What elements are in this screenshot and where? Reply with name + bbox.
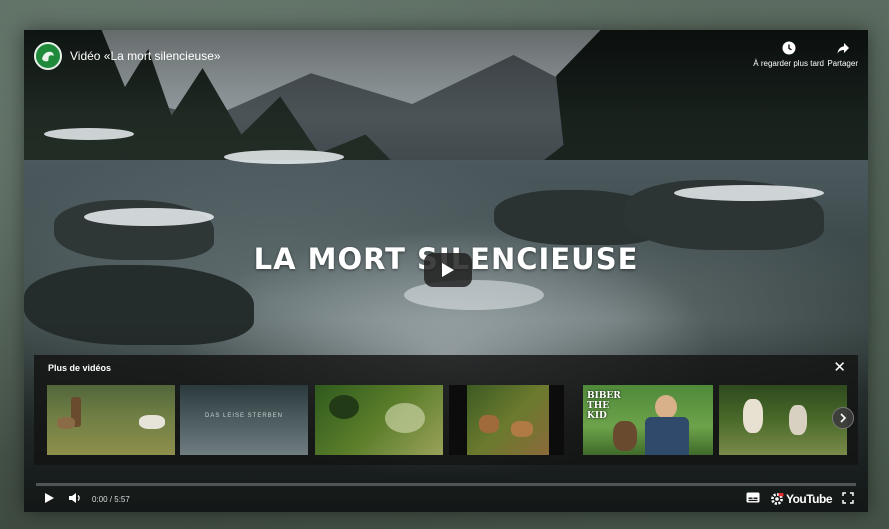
large-play-button[interactable] (424, 253, 472, 287)
share-button[interactable]: Partager (827, 41, 858, 68)
fullscreen-icon (842, 492, 854, 504)
youtube-logo[interactable]: YouTube (786, 492, 833, 506)
watch-later-button[interactable]: À regarder plus tard (753, 41, 824, 68)
video-thumbnail-3[interactable] (315, 385, 443, 455)
channel-logo-icon[interactable] (34, 42, 62, 70)
clock-icon (782, 41, 796, 55)
subtitles-icon (746, 492, 760, 503)
video-thumbnail-2[interactable]: DAS LEISE STERBEN (180, 385, 308, 455)
volume-button[interactable] (68, 492, 82, 504)
share-arrow-icon (837, 43, 849, 54)
control-bar: 0:00 / 5:57 YouTube (24, 486, 868, 512)
fullscreen-button[interactable] (842, 492, 854, 504)
play-icon (45, 493, 54, 503)
next-videos-button[interactable] (832, 407, 854, 429)
chevron-right-icon (840, 413, 847, 423)
video-player[interactable]: Vidéo «La mort silencieuse» À regarder p… (24, 30, 868, 512)
top-bar: Vidéo «La mort silencieuse» À regarder p… (24, 30, 868, 86)
video-thumbnail-6[interactable] (719, 385, 847, 455)
video-title[interactable]: Vidéo «La mort silencieuse» (70, 49, 221, 63)
play-button[interactable] (44, 492, 55, 504)
settings-button[interactable] (770, 492, 784, 506)
volume-icon (69, 493, 80, 503)
video-thumbnail-5[interactable]: BIBER THE KID (583, 385, 713, 455)
thumbnail-overlay-text: BIBER THE KID (587, 391, 621, 421)
close-icon[interactable]: ✕ (833, 360, 846, 375)
watch-later-label: À regarder plus tard (753, 59, 824, 68)
settings-icon (771, 493, 784, 505)
video-thumbnail-1[interactable] (47, 385, 175, 455)
video-thumbnail-4[interactable] (449, 385, 564, 455)
subtitles-button[interactable] (746, 492, 760, 503)
time-display: 0:00 / 5:57 (92, 495, 130, 504)
play-icon (442, 263, 454, 277)
thumbnail-overlay-text: DAS LEISE STERBEN (204, 413, 284, 419)
more-videos-thumbnails: DAS LEISE STERBEN BIBER THE KID (47, 385, 847, 455)
more-videos-title: Plus de vidéos (48, 363, 112, 373)
share-label: Partager (827, 59, 858, 68)
more-videos-panel: Plus de vidéos ✕ DAS LEISE STERBEN BIBER… (34, 355, 858, 465)
